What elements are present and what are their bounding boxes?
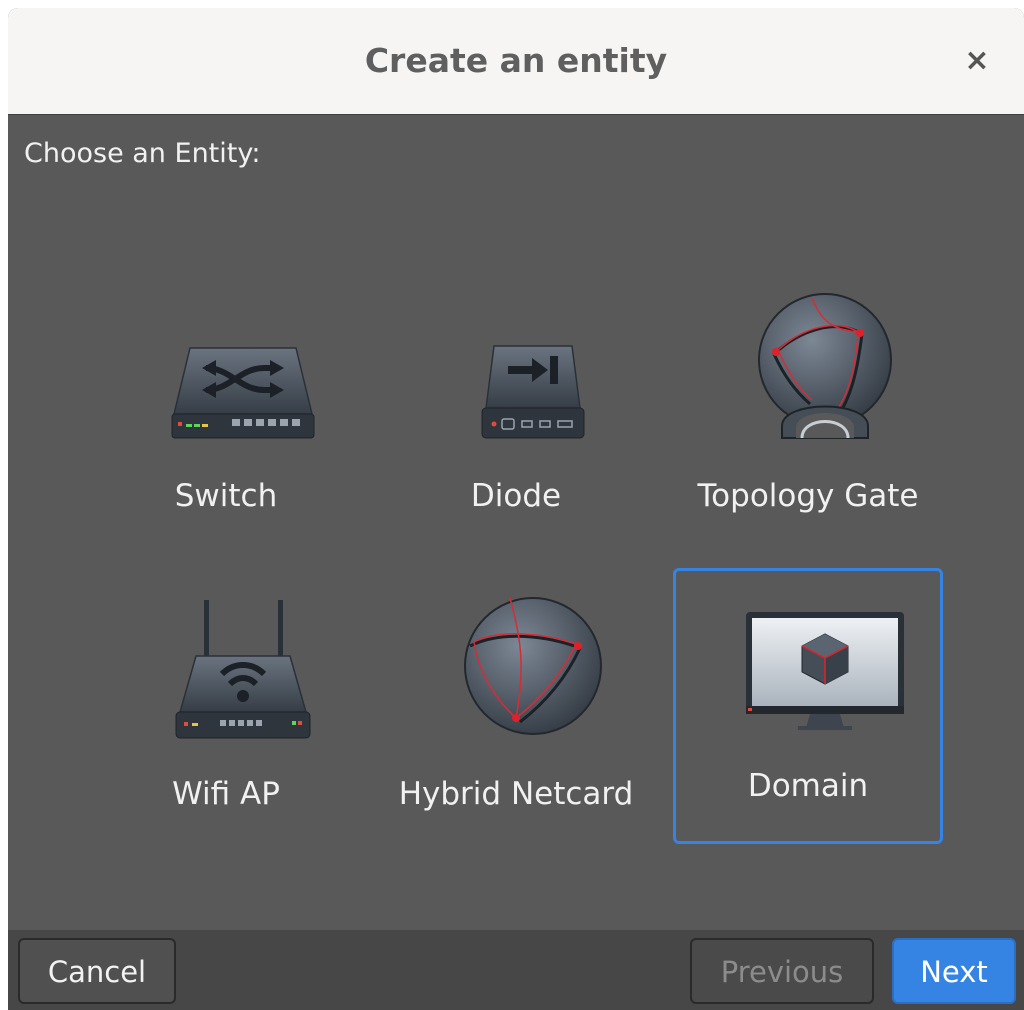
close-icon: × <box>964 43 990 78</box>
dialog-footer: Cancel Previous Next <box>8 930 1024 1010</box>
create-entity-dialog: Create an entity × Choose an Entity: Swi… <box>8 8 1024 1010</box>
entity-tile-switch[interactable]: Switch <box>91 278 361 554</box>
diode-icon <box>481 345 585 439</box>
entity-label: Hybrid Netcard <box>398 776 634 812</box>
close-button[interactable]: × <box>954 38 1000 84</box>
wifi-ap-icon <box>175 600 311 739</box>
entity-tile-hybrid-netcard[interactable]: Hybrid Netcard <box>381 576 651 852</box>
topology-gate-icon <box>758 293 892 439</box>
entity-label: Diode <box>470 478 562 514</box>
entity-tile-wifi-ap[interactable]: Wifi AP <box>91 576 361 852</box>
next-button[interactable]: Next <box>892 938 1016 1004</box>
domain-icon <box>746 612 904 730</box>
entity-tile-domain[interactable]: Domain <box>673 568 943 844</box>
entity-tile-diode[interactable]: Diode <box>381 278 651 554</box>
entity-tile-topology-gate[interactable]: Topology Gate <box>673 278 943 554</box>
entity-label: Domain <box>747 768 869 804</box>
dialog-title: Create an entity <box>364 41 668 80</box>
choose-entity-label: Choose an Entity: <box>24 138 261 169</box>
cancel-button[interactable]: Cancel <box>18 938 176 1004</box>
entity-label: Topology Gate <box>697 478 919 514</box>
previous-button[interactable]: Previous <box>690 938 874 1004</box>
hybrid-netcard-icon <box>464 597 602 735</box>
dialog-titlebar: Create an entity × <box>8 8 1024 115</box>
entity-label: Wifi AP <box>172 776 280 812</box>
switch-icon <box>171 347 315 439</box>
entity-label: Switch <box>174 478 278 514</box>
